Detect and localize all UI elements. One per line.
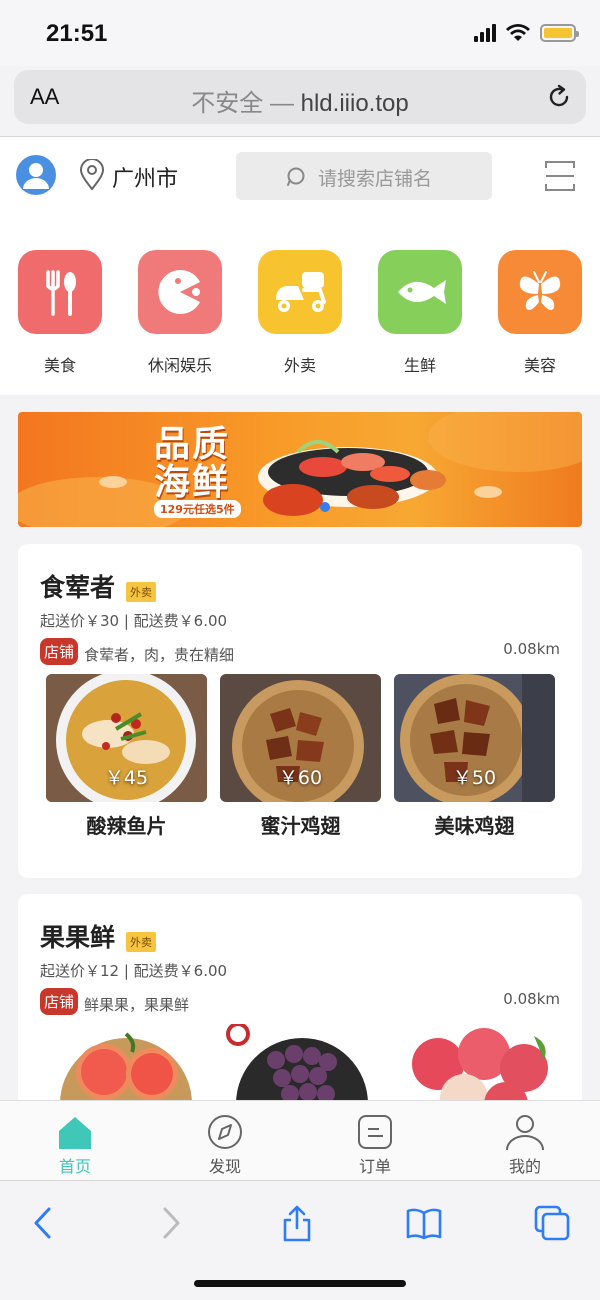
scan-icon[interactable] [544, 159, 576, 193]
dish-image: ￥45 [46, 674, 207, 802]
category-label: 生鲜 [403, 356, 436, 375]
tab-home[interactable]: 首页 [0, 1101, 150, 1180]
address-bar[interactable]: AA 不安全 — hld.iiio.top [14, 70, 586, 124]
store-card[interactable]: 果果鲜 外卖 起送价￥12 | 配送费￥6.00 店铺 鲜果果，果果鲜 0.08… [18, 894, 582, 1114]
tabs-icon[interactable] [532, 1203, 572, 1243]
dish-price: ￥45 [104, 767, 149, 789]
battery-icon [540, 24, 579, 42]
share-icon[interactable] [277, 1203, 317, 1243]
search-icon [287, 167, 305, 186]
banner-title: 品质 海鲜 [154, 424, 231, 503]
url-field[interactable]: 不安全 — hld.iiio.top [14, 83, 586, 118]
category-label: 美容 [523, 356, 556, 375]
fork-spoon-icon [18, 250, 102, 334]
forward-icon[interactable] [150, 1203, 190, 1243]
cellular-signal-icon [474, 24, 496, 42]
dish-price: ￥50 [452, 767, 497, 789]
back-icon[interactable] [24, 1203, 64, 1243]
bookmarks-icon[interactable] [404, 1203, 444, 1243]
tab-label: 订单 [358, 1157, 391, 1176]
app-header: 广州市 请搜索店铺名 美食 休闲娱乐 外卖 生鲜 美容 [0, 137, 600, 395]
category-food[interactable]: 美食 [0, 250, 120, 376]
store-distance: 0.08km [503, 990, 560, 1008]
fish-icon [378, 250, 462, 334]
reload-icon[interactable] [544, 82, 574, 112]
city-selector[interactable]: 广州市 [112, 161, 178, 193]
status-bar: 21:51 [0, 0, 600, 66]
store-fee: 起送价￥12 | 配送费￥6.00 [40, 962, 228, 980]
dish-image: ￥60 [220, 674, 381, 802]
tab-orders[interactable]: 订单 [300, 1101, 450, 1180]
wifi-icon [506, 24, 530, 41]
pacman-icon [138, 250, 222, 334]
dish-item[interactable]: ￥45 酸辣鱼片 [46, 674, 207, 839]
location-pin-icon[interactable] [78, 159, 106, 191]
status-icons [474, 24, 579, 42]
store-fee: 起送价￥30 | 配送费￥6.00 [40, 612, 228, 630]
store-name: 果果鲜 [40, 923, 116, 952]
tab-label: 发现 [208, 1157, 241, 1176]
dish-price: ￥60 [278, 767, 323, 789]
banner-subtitle: 129元任选5件 [154, 500, 241, 518]
category-fresh[interactable]: 生鲜 [360, 250, 480, 376]
search-placeholder: 请搜索店铺名 [318, 168, 433, 190]
category-leisure[interactable]: 休闲娱乐 [120, 250, 240, 376]
store-description: 鲜果果，果果鲜 [84, 996, 190, 1014]
tab-profile[interactable]: 我的 [450, 1101, 600, 1180]
store-name: 食荤者 [40, 573, 116, 602]
tab-discover[interactable]: 发现 [150, 1101, 300, 1180]
shop-badge: 店铺 [40, 988, 79, 1015]
tab-label: 我的 [508, 1157, 541, 1176]
butterfly-icon [498, 250, 582, 334]
tab-label: 首页 [58, 1157, 91, 1176]
banner-seafood-illustration [18, 412, 582, 527]
store-description: 食荤者，肉，贵在精细 [84, 646, 235, 664]
dish-item[interactable]: ￥60 蜜汁鸡翅 [220, 674, 381, 839]
category-grid: 美食 休闲娱乐 外卖 生鲜 美容 [0, 250, 600, 376]
tab-bar: 首页 发现 订单 我的 [0, 1100, 600, 1180]
user-icon [506, 1115, 544, 1151]
dish-name: 蜜汁鸡翅 [260, 814, 341, 838]
category-takeout[interactable]: 外卖 [240, 250, 360, 376]
shop-badge: 店铺 [40, 638, 79, 665]
avatar[interactable] [16, 155, 56, 195]
category-label: 休闲娱乐 [147, 356, 212, 375]
category-beauty[interactable]: 美容 [480, 250, 600, 376]
url-host: hld.iiio.top [300, 90, 409, 117]
takeout-tag: 外卖 [126, 932, 156, 952]
order-icon [358, 1115, 392, 1149]
category-label: 外卖 [283, 356, 316, 375]
home-indicator [194, 1280, 406, 1287]
store-card[interactable]: 食荤者 外卖 起送价￥30 | 配送费￥6.00 店铺 食荤者，肉，贵在精细 0… [18, 544, 582, 878]
user-avatar-icon [23, 163, 49, 189]
status-time: 21:51 [46, 20, 108, 47]
promo-banner[interactable]: 品质 海鲜 129元任选5件 [18, 412, 582, 527]
store-distance: 0.08km [503, 640, 560, 658]
category-label: 美食 [43, 356, 76, 375]
dish-image: ￥50 [394, 674, 555, 802]
scooter-icon [258, 250, 342, 334]
dish-name: 美味鸡翅 [434, 814, 515, 838]
dish-list: ￥45 酸辣鱼片 ￥60 蜜汁鸡翅 ￥50 美味鸡翅 [46, 674, 555, 839]
url-insecure-label: 不安全 — [191, 90, 294, 117]
dish-name: 酸辣鱼片 [86, 814, 167, 838]
compass-icon [208, 1115, 242, 1149]
dish-item[interactable]: ￥50 美味鸡翅 [394, 674, 555, 839]
carousel-indicator[interactable] [320, 502, 330, 512]
home-icon [59, 1117, 91, 1149]
search-input[interactable]: 请搜索店铺名 [236, 152, 492, 200]
takeout-tag: 外卖 [126, 582, 156, 602]
